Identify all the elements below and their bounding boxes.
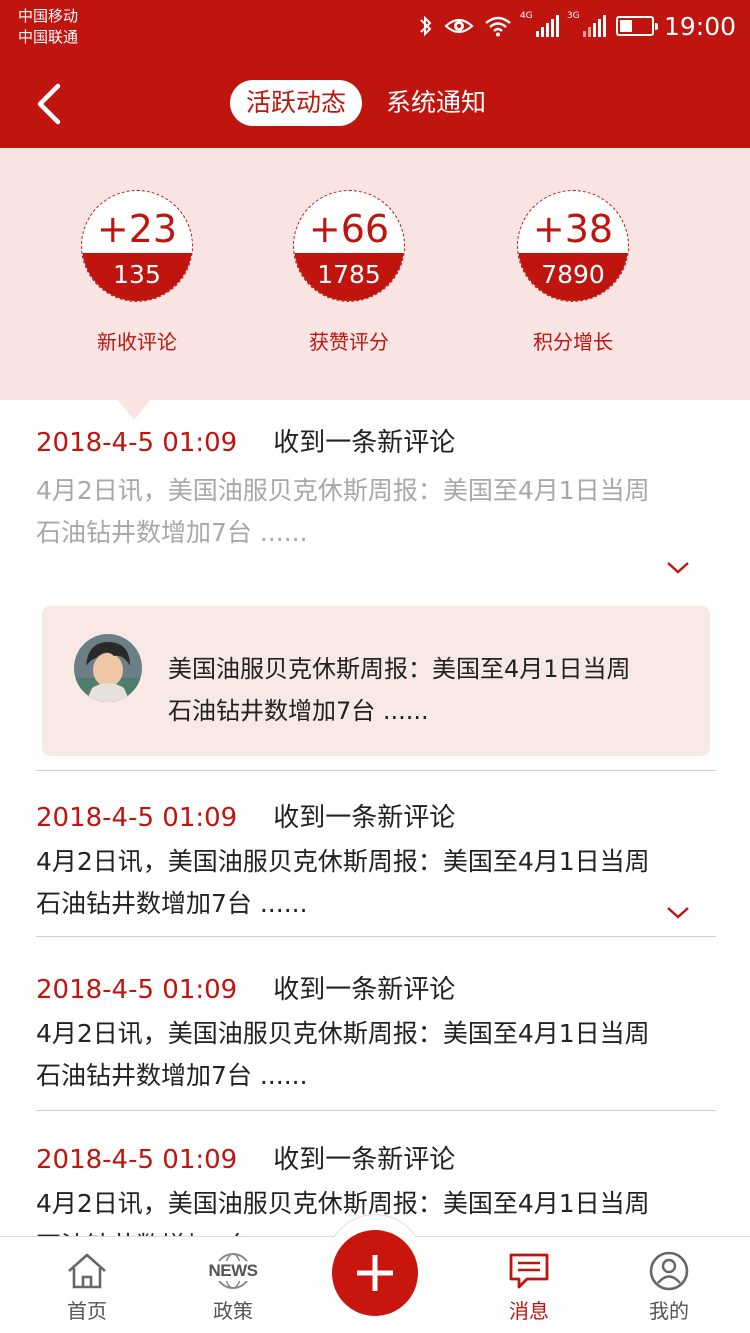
item-body-line: 4月2日讯，美国油服贝克休斯周报：美国至4月1日当周: [36, 1019, 650, 1048]
carrier-info: 中国移动 中国联通: [18, 6, 78, 48]
item-date: 2018-4-5 01:09: [36, 975, 238, 1005]
stat-delta: +23: [96, 207, 178, 251]
plus-icon: [357, 1255, 393, 1291]
list-item[interactable]: 2018-4-5 01:09 收到一条新评论 4月2日讯，美国油服贝克休斯周报：美…: [36, 424, 716, 771]
header-tabs: 活跃动态 系统通知: [230, 80, 490, 126]
item-body-line: 石油钻井数增加7台 ......: [36, 518, 308, 547]
nav-home[interactable]: 首页: [32, 1251, 142, 1324]
item-body-line: 4月2日讯，美国油服贝克休斯周报：美国至4月1日当周: [36, 847, 650, 876]
back-chevron-icon[interactable]: [30, 80, 70, 128]
chevron-down-icon[interactable]: [666, 905, 690, 921]
list-item[interactable]: 2018-4-5 01:09 收到一条新评论 4月2日讯，美国油服贝克休斯周报：美…: [36, 937, 716, 1111]
tab-active-feed[interactable]: 活跃动态: [230, 80, 363, 126]
reply-text: 美国油服贝克休斯周报：美国至4月1日当周 石油钻井数增加7台 ......: [168, 648, 708, 732]
item-type: 收到一条新评论: [273, 1145, 456, 1175]
item-type: 收到一条新评论: [273, 803, 456, 833]
nav-label: 消息: [509, 1299, 549, 1323]
item-date: 2018-4-5 01:09: [36, 1145, 238, 1175]
stat-circle: +38 7890: [517, 190, 629, 302]
stat-delta: +66: [308, 207, 390, 251]
stats-panel: +23 135 新收评论 +66 1785 获赞评分 +38 7890 积分增长: [0, 148, 750, 400]
item-type: 收到一条新评论: [273, 975, 456, 1005]
stat-label: 积分增长: [533, 330, 613, 354]
chevron-down-icon[interactable]: [666, 560, 690, 576]
signal-4g-icon: 4G: [520, 11, 559, 37]
nav-label: 首页: [67, 1299, 107, 1323]
stat-label: 新收评论: [97, 330, 177, 354]
reply-line: 石油钻井数增加7台 ......: [168, 697, 429, 725]
nav-profile[interactable]: 我的: [614, 1251, 724, 1324]
stat-circle: +66 1785: [293, 190, 405, 302]
reply-card[interactable]: 美国油服贝克休斯周报：美国至4月1日当周 石油钻井数增加7台 ......: [42, 606, 710, 756]
stat-total: 135: [82, 253, 192, 301]
wifi-icon: [485, 16, 511, 37]
item-body: 4月2日讯，美国油服贝克休斯周报：美国至4月1日当周 石油钻井数增加7台 ...…: [36, 841, 716, 925]
selection-pointer: [116, 398, 152, 420]
nav-policy[interactable]: NEWS 政策: [178, 1251, 288, 1324]
stat-label: 获赞评分: [309, 330, 389, 354]
item-body-line: 石油钻井数增加7台 ......: [36, 1061, 308, 1090]
home-icon: [68, 1253, 106, 1289]
item-body: 4月2日讯，美国油服贝克休斯周报：美国至4月1日当周 石油钻井数增加7台 ...…: [36, 470, 716, 554]
stat-likes[interactable]: +66 1785 获赞评分: [274, 190, 424, 355]
notification-list: 2018-4-5 01:09 收到一条新评论 4月2日讯，美国油服贝克休斯周报：美…: [36, 424, 716, 1260]
bluetooth-icon: [420, 15, 432, 37]
item-type: 收到一条新评论: [273, 428, 456, 458]
stat-delta: +38: [532, 207, 614, 251]
stat-total: 7890: [518, 253, 628, 301]
stat-new-comments[interactable]: +23 135 新收评论: [62, 190, 212, 355]
carrier-1: 中国移动: [18, 7, 79, 25]
add-button[interactable]: [332, 1230, 418, 1316]
status-icons: 4G 3G 19:00: [418, 8, 736, 44]
news-globe-icon: NEWS: [178, 1251, 288, 1291]
list-item[interactable]: 2018-4-5 01:09 收到一条新评论 4月2日讯，美国油服贝克休斯周报：美…: [36, 771, 716, 937]
carrier-2: 中国联通: [18, 28, 79, 46]
clock: 19:00: [663, 11, 736, 41]
item-body-line: 石油钻井数增加7台 ......: [36, 889, 308, 918]
eye-icon: [444, 18, 474, 34]
item-body: 4月2日讯，美国油服贝克休斯周报：美国至4月1日当周 石油钻井数增加7台 ...…: [36, 1013, 716, 1097]
avatar[interactable]: [74, 634, 142, 702]
app-header: 中国移动 中国联通 4G 3G 19:00 活跃动态 系统通知: [0, 0, 750, 148]
battery-icon: [615, 16, 658, 36]
item-date: 2018-4-5 01:09: [36, 428, 238, 458]
message-icon: [509, 1253, 549, 1289]
reply-line: 美国油服贝克休斯周报：美国至4月1日当周: [168, 655, 631, 683]
nav-label: 我的: [649, 1299, 689, 1323]
nav-messages[interactable]: 消息: [474, 1251, 584, 1324]
stat-points[interactable]: +38 7890 积分增长: [498, 190, 648, 355]
item-date: 2018-4-5 01:09: [36, 803, 238, 833]
stat-circle: +23 135: [81, 190, 193, 302]
stat-total: 1785: [294, 253, 404, 301]
user-icon: [649, 1251, 689, 1291]
signal-3g-icon: 3G: [567, 11, 606, 37]
tab-system-notice[interactable]: 系统通知: [382, 80, 490, 126]
item-body-line: 4月2日讯，美国油服贝克休斯周报：美国至4月1日当周: [36, 476, 650, 505]
nav-label: 政策: [213, 1299, 253, 1323]
